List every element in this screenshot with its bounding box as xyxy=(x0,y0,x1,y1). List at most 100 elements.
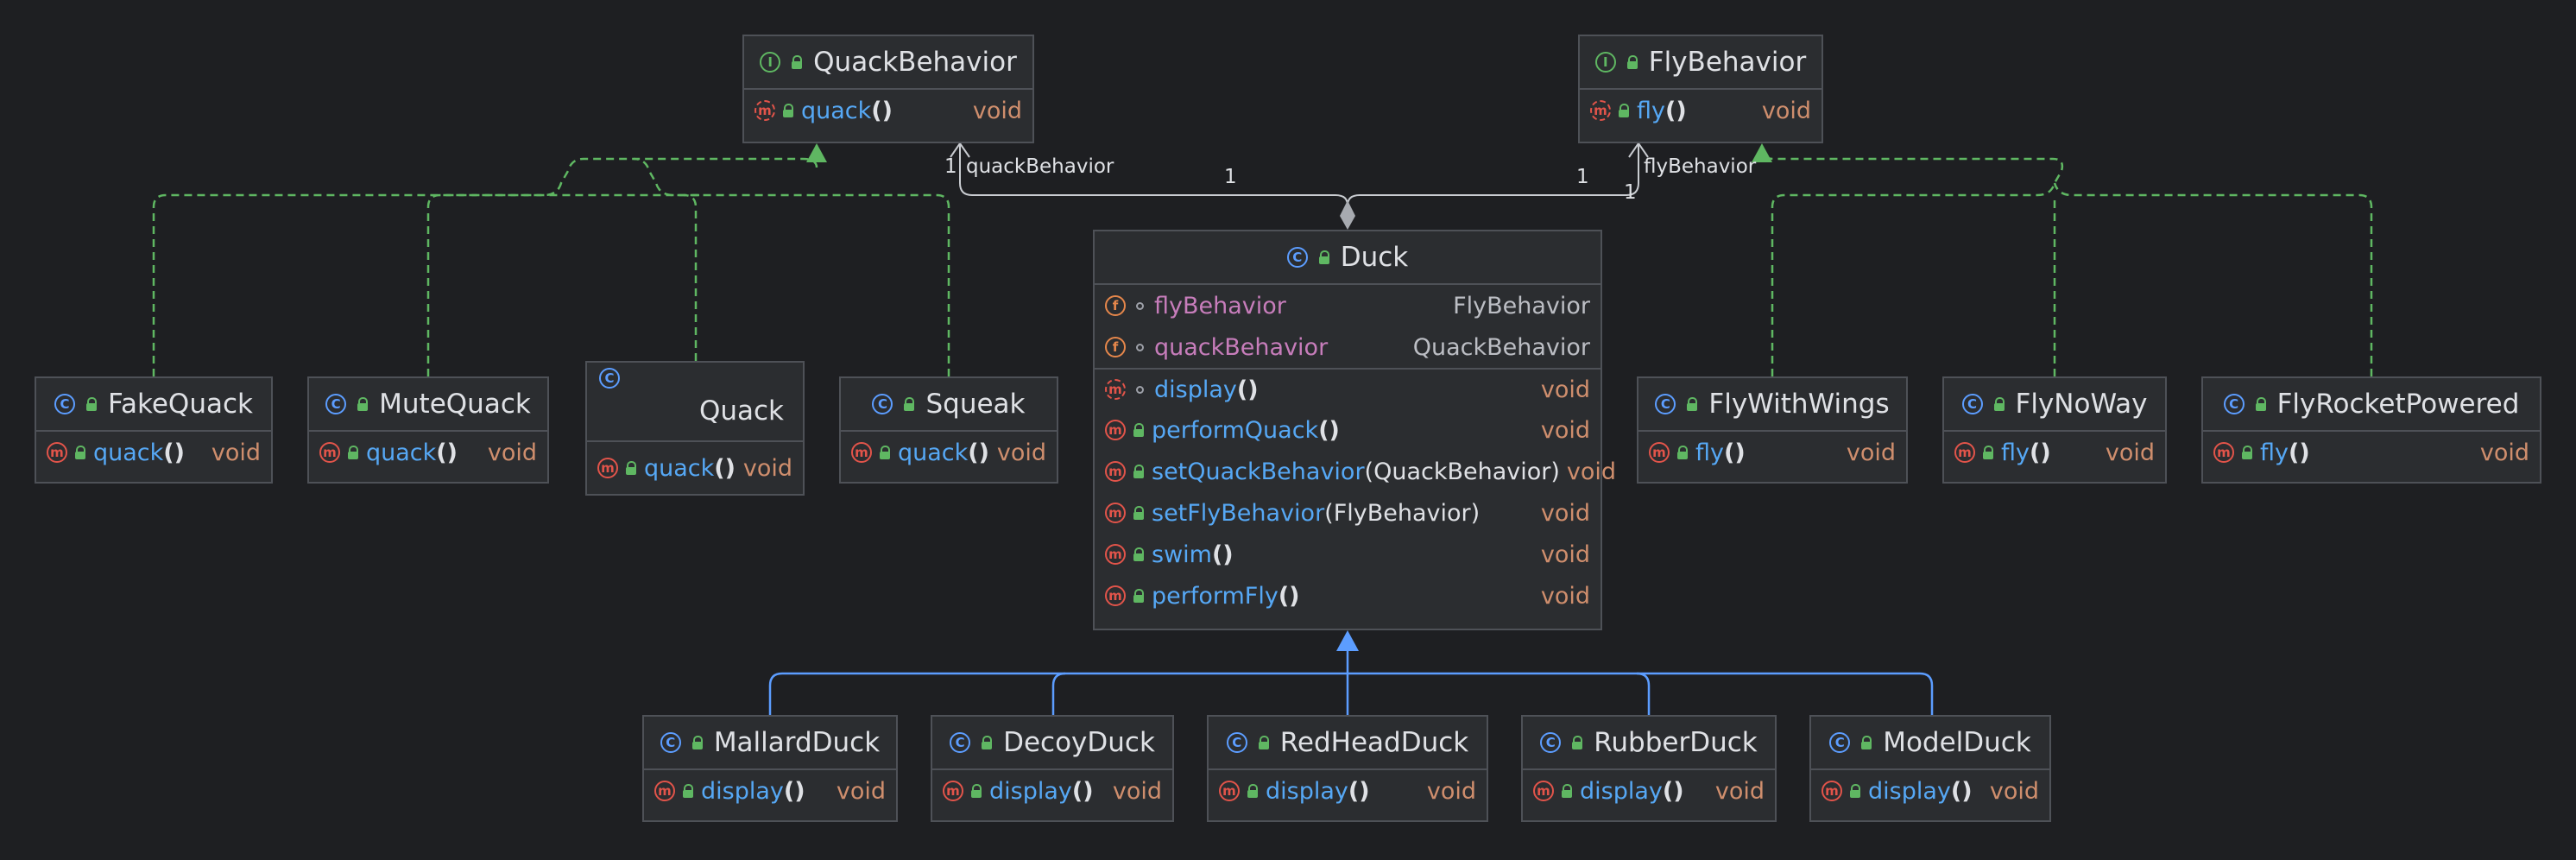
method-parens: () xyxy=(1950,777,1973,805)
quackbehavior-interface[interactable]: I QuackBehavior m quack() void xyxy=(742,35,1034,143)
class-header: C FlyRocketPowered xyxy=(2203,378,2540,432)
method-name: quack xyxy=(644,454,715,482)
flywithwings-class[interactable]: C FlyWithWings m fly() void xyxy=(1637,376,1908,484)
class-header: I FlyBehavior xyxy=(1580,36,1822,90)
field-icon: f xyxy=(1105,295,1126,316)
class-name: Quack xyxy=(698,395,784,427)
method-row[interactable]: m setFlyBehavior(FlyBehavior) void xyxy=(1095,492,1601,534)
method-row[interactable]: m fly() void xyxy=(1638,432,1906,473)
public-lock-icon xyxy=(1860,736,1872,749)
method-parens: () xyxy=(714,454,736,482)
method-row[interactable]: m swim() void xyxy=(1095,534,1601,575)
fakequack-class[interactable]: C FakeQuack m quack() void xyxy=(35,376,273,484)
public-lock-icon xyxy=(682,784,694,798)
class-icon: C xyxy=(325,394,347,414)
method-row[interactable]: m display() void xyxy=(932,770,1172,812)
class-icon: C xyxy=(1961,394,1983,414)
method-parens: () xyxy=(783,777,805,805)
method-params: (QuackBehavior) xyxy=(1364,458,1560,485)
mallardduck-class[interactable]: C MallardDuck m display() void xyxy=(642,715,898,822)
return-type: void xyxy=(1112,777,1162,805)
return-type: void xyxy=(996,439,1046,466)
class-name: MallardDuck xyxy=(713,727,881,758)
class-icon: C xyxy=(1226,732,1247,753)
duck-class[interactable]: C Duck f flyBehavior FlyBehavior f quack… xyxy=(1093,230,1616,630)
method-row[interactable]: m quack() void xyxy=(36,432,271,473)
method-name: quack xyxy=(801,97,872,124)
class-icon: C xyxy=(872,394,893,414)
public-lock-icon xyxy=(1676,446,1689,459)
public-lock-icon xyxy=(1133,506,1145,520)
class-header: C FlyWithWings xyxy=(1638,378,1906,432)
flybehavior-interface[interactable]: I FlyBehavior m fly() void xyxy=(1578,35,1823,143)
method-row[interactable]: m display() void xyxy=(1811,770,2049,812)
method-row[interactable]: m quack() void xyxy=(587,442,803,494)
method-name: display xyxy=(1154,376,1237,403)
method-row[interactable]: m fly() void xyxy=(1944,432,2165,473)
method-name: performFly xyxy=(1152,582,1279,610)
class-icon: C xyxy=(1540,732,1562,753)
method-row[interactable]: m display() void xyxy=(1523,770,1775,812)
class-icon: C xyxy=(660,732,681,753)
method-name: display xyxy=(701,777,784,805)
redheadduck-class[interactable]: C RedHeadDuck m display() void xyxy=(1207,715,1488,822)
method-row[interactable]: m quack() void xyxy=(841,432,1057,473)
squeak-class[interactable]: C Squeak m quack() void xyxy=(839,376,1058,484)
mutequack-class[interactable]: C MuteQuack m quack() void xyxy=(307,376,549,484)
return-type: void xyxy=(2105,439,2155,466)
method-row[interactable]: m fly() void xyxy=(2203,432,2540,473)
class-name: RubberDuck xyxy=(1594,727,1758,758)
return-type: void xyxy=(836,777,886,805)
field-row[interactable]: f quackBehavior QuackBehavior xyxy=(1095,326,1601,368)
class-header: C ModelDuck xyxy=(1811,717,2049,770)
method-row[interactable]: m fly() void xyxy=(1580,90,1822,131)
class-icon: C xyxy=(1655,394,1676,414)
method-row[interactable]: m display() void xyxy=(1209,770,1487,812)
interface-icon: I xyxy=(760,52,781,73)
quack-target-multiplicity: 1 xyxy=(944,155,957,178)
return-type: void xyxy=(1540,376,1590,403)
class-name: MuteQuack xyxy=(379,389,531,420)
edge-flywithwings-realizes xyxy=(1760,149,2064,376)
method-icon: m xyxy=(1105,585,1126,606)
method-icon: m xyxy=(1105,420,1126,440)
realization-arrowhead-quack xyxy=(806,143,827,162)
method-parens: () xyxy=(1724,439,1746,466)
method-row[interactable]: m quack() void xyxy=(744,90,1032,131)
method-row[interactable]: m performQuack() void xyxy=(1095,409,1601,451)
flynoway-class[interactable]: C FlyNoWay m fly() void xyxy=(1942,376,2167,484)
class-icon: C xyxy=(599,368,620,389)
public-lock-icon xyxy=(1133,589,1145,603)
flyrocketpowered-class[interactable]: C FlyRocketPowered m fly() void xyxy=(2201,376,2541,484)
edge-subclasses-bus xyxy=(768,672,1934,715)
method-name: fly xyxy=(2260,439,2289,466)
class-name: RedHeadDuck xyxy=(1279,727,1469,758)
decoyduck-class[interactable]: C DecoyDuck m display() void xyxy=(931,715,1174,822)
public-lock-icon xyxy=(1686,397,1698,411)
modelduck-class[interactable]: C ModelDuck m display() void xyxy=(1809,715,2051,822)
field-name: flyBehavior xyxy=(1154,292,1286,319)
method-parens: () xyxy=(2289,439,2310,466)
method-row[interactable]: m setQuackBehavior(QuackBehavior) void xyxy=(1095,451,1616,492)
method-parens: () xyxy=(1278,582,1300,610)
method-icon: m xyxy=(1105,461,1126,482)
class-name: Squeak xyxy=(925,389,1026,420)
method-parens: () xyxy=(2030,439,2051,466)
class-name: DecoyDuck xyxy=(1003,727,1155,758)
method-icon: m xyxy=(47,442,67,463)
class-name: QuackBehavior xyxy=(813,47,1017,78)
method-row[interactable]: m performFly() void xyxy=(1095,575,1601,617)
edge-quack-realizes xyxy=(683,193,698,361)
method-row[interactable]: m display() void xyxy=(644,770,896,812)
quack-source-multiplicity: 1 xyxy=(1224,166,1237,188)
rubberduck-class[interactable]: C RubberDuck m display() void xyxy=(1521,715,1777,822)
method-parens: () xyxy=(163,439,185,466)
field-row[interactable]: f flyBehavior FlyBehavior xyxy=(1095,285,1601,326)
quack-role-label: quackBehavior xyxy=(966,155,1114,178)
quack-class[interactable]: C Quack m quack() void xyxy=(585,361,805,496)
method-row[interactable]: m quack() void xyxy=(309,432,547,473)
public-lock-icon xyxy=(1133,465,1145,478)
method-parens: () xyxy=(1211,541,1234,568)
method-parens: () xyxy=(1348,777,1370,805)
method-row[interactable]: m display() void xyxy=(1095,368,1601,409)
